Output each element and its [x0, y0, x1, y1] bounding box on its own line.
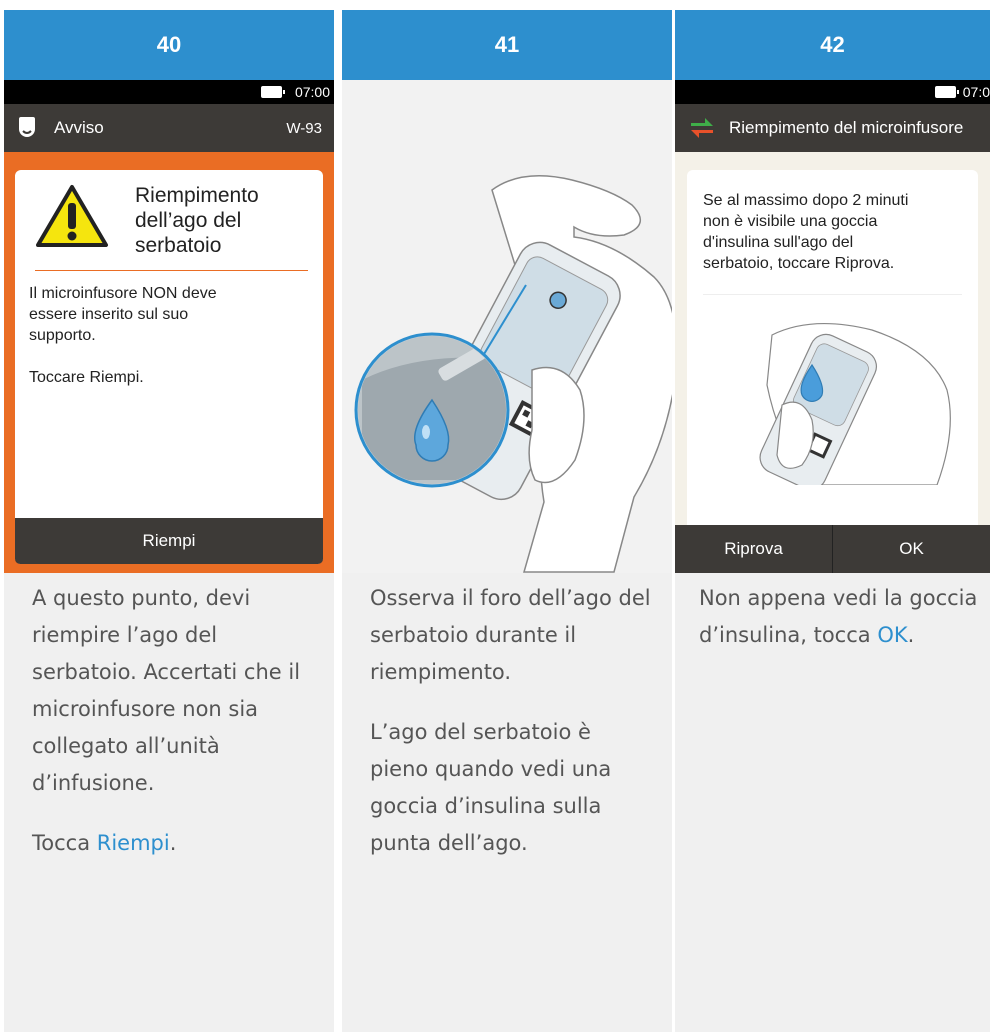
pump-screen: 07:00 Avviso W-93 Riempimento dell’ago d…: [4, 80, 334, 573]
battery-icon: [935, 86, 959, 98]
button-bar: Riprova OK: [675, 525, 990, 573]
step-number: 41: [342, 10, 672, 80]
info-card: Se al massimo dopo 2 minuti non è visibi…: [687, 170, 978, 525]
alert-title: Riempimento dell’ago del serbatoio: [135, 184, 259, 257]
alert-background: Riempimento dell’ago del serbatoio Il mi…: [4, 152, 334, 573]
description-paragraph: Osserva il foro dell’ago del serbatoio d…: [370, 586, 651, 684]
clock: 07:0: [962, 84, 990, 100]
action-text: Tocca: [32, 831, 97, 855]
fill-link[interactable]: Riempi: [97, 831, 170, 855]
status-bar: 07:00: [4, 80, 334, 104]
illustration: [342, 80, 672, 573]
screen-title: Avviso: [54, 118, 104, 137]
step-41-panel: 41 Osserva il foro dell’ago del serbatoi…: [342, 10, 672, 1032]
pump-icon: [19, 117, 35, 137]
pump-in-hand-illustration: [354, 175, 672, 573]
step-number: 42: [675, 10, 990, 80]
warning-code: W-93: [286, 119, 322, 137]
alert-message: Il microinfusore NON deve essere inserit…: [29, 285, 217, 386]
title-bar: Avviso W-93: [4, 104, 334, 152]
battery-icon: [261, 86, 285, 98]
content-background: Se al massimo dopo 2 minuti non è visibi…: [675, 152, 990, 525]
ok-link[interactable]: OK: [877, 623, 907, 647]
clock: 07:00: [294, 84, 330, 100]
step-40-panel: 40 07:00 Avviso W-93 Riempimento dell’ag…: [4, 10, 334, 1032]
action-text: Non appena vedi la goccia d’insulina, to…: [699, 586, 978, 647]
warning-icon: [36, 185, 108, 247]
transfer-arrows-icon: [691, 118, 713, 138]
alert-card: Riempimento dell’ago del serbatoio Il mi…: [15, 170, 323, 564]
step-description: Osserva il foro dell’ago del serbatoio d…: [370, 580, 652, 885]
step-number: 40: [4, 10, 334, 80]
drop-check-illustration: [759, 322, 951, 485]
step-description: Non appena vedi la goccia d’insulina, to…: [699, 580, 980, 677]
action-suffix: .: [907, 623, 915, 647]
step-description: A questo punto, devi riempire l’ago del …: [32, 580, 314, 885]
action-paragraph: Non appena vedi la goccia d’insulina, to…: [699, 580, 980, 654]
fill-button[interactable]: Riempi: [15, 518, 323, 564]
action-paragraph: Tocca Riempi.: [32, 825, 314, 862]
status-bar: 07:0: [675, 80, 990, 104]
retry-button[interactable]: Riprova: [675, 525, 832, 573]
action-suffix: .: [169, 831, 177, 855]
title-bar: Riempimento del microinfusore: [675, 104, 990, 152]
info-message: Se al massimo dopo 2 minuti non è visibi…: [703, 192, 909, 272]
step-42-panel: 42 07:0 Riempimento del microinfusore Se…: [675, 10, 990, 1032]
ok-button[interactable]: OK: [832, 525, 990, 573]
description-paragraph: A questo punto, devi riempire l’ago del …: [32, 586, 301, 795]
pump-screen: 07:0 Riempimento del microinfusore Se al…: [675, 80, 990, 573]
description-paragraph: L’ago del serbatoio è pieno quando vedi …: [370, 720, 612, 855]
screen-title: Riempimento del microinfusore: [729, 118, 964, 137]
